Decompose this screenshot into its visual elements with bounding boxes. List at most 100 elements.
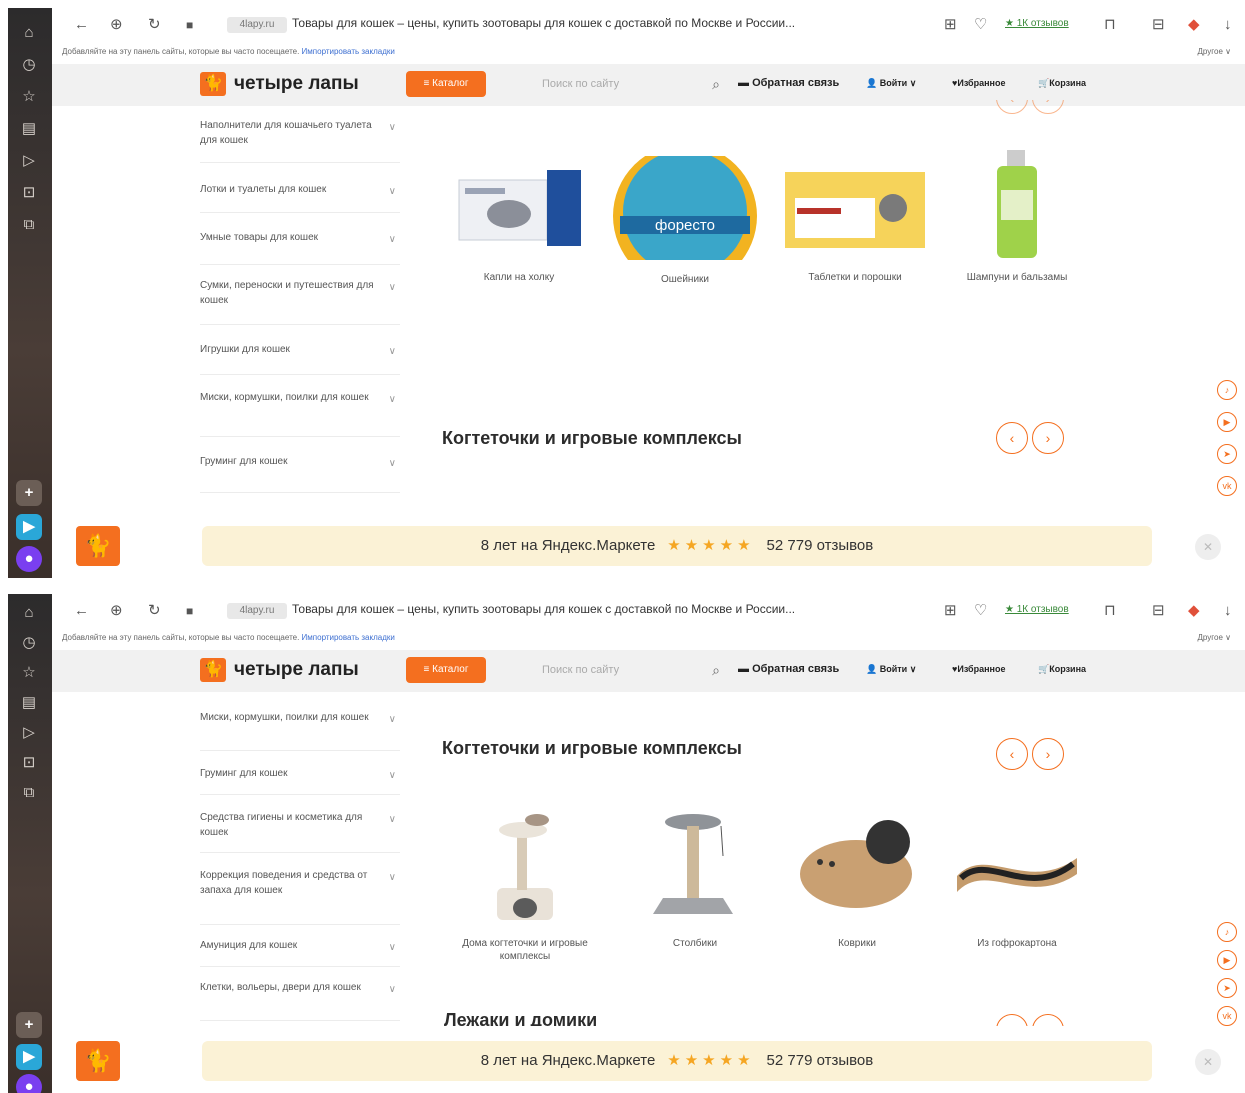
home-icon[interactable]: ⌂ (20, 604, 38, 622)
screenshot-icon[interactable]: ⧉ (20, 784, 38, 802)
cart-link[interactable]: 🛒Корзина (1038, 78, 1086, 89)
youtube-icon[interactable]: ▶ (1217, 950, 1237, 970)
sidebar-item[interactable]: Умные товары для кошек ∨ (200, 230, 400, 265)
shield-icon[interactable]: ⊕ (110, 16, 123, 34)
login-link[interactable]: 👤 Войти ∨ (866, 664, 916, 675)
category-card[interactable]: Коврики (782, 804, 932, 950)
messenger-app-icon[interactable]: ▶ (16, 514, 42, 540)
shield-icon[interactable]: ⊕ (110, 602, 123, 620)
brand-logo-icon[interactable]: 🐈 (200, 72, 226, 96)
arrow-right-icon[interactable]: › (1032, 422, 1064, 454)
sidebar-item[interactable]: Игрушки для кошек ∨ (200, 342, 400, 375)
arrow-right-icon[interactable]: › (1032, 738, 1064, 770)
market-banner[interactable]: 8 лет на Яндекс.Маркете ★★★★★ 52 779 отзыв… (202, 1041, 1152, 1081)
sidebar-item[interactable]: Лотки и туалеты для кошек ∨ (200, 182, 400, 213)
sidebar-item[interactable]: Сумки, переноски и путешествия для кошек… (200, 278, 400, 325)
category-card[interactable]: Шампуни и бальзамы (942, 150, 1092, 284)
bookmarks-other[interactable]: Другое ∨ (1198, 47, 1232, 56)
feedback-link[interactable]: ▬ Обратная связь (738, 77, 839, 89)
bookmark-icon[interactable]: ⊓ (1104, 16, 1116, 34)
favorites-link[interactable]: ♥Избранное (952, 664, 1006, 674)
home-icon[interactable]: ⌂ (20, 24, 38, 42)
search-icon[interactable]: ⌕ (712, 657, 720, 683)
video-icon[interactable]: ▷ (20, 724, 38, 742)
feedback-link[interactable]: ▬ Обратная связь (738, 663, 839, 675)
add-panel-icon[interactable]: + (16, 1012, 42, 1038)
telegram-icon[interactable]: ➤ (1217, 444, 1237, 464)
page-title[interactable]: Товары для кошек – цены, купить зоотовар… (292, 16, 795, 30)
collections-icon[interactable]: ▤ (20, 694, 38, 712)
youtube-icon[interactable]: ▶ (1217, 412, 1237, 432)
telegram-icon[interactable]: ➤ (1217, 978, 1237, 998)
sidebar-item[interactable]: Груминг для кошек ∨ (200, 766, 400, 795)
sidebar-item[interactable]: Груминг для кошек ∨ (200, 454, 400, 493)
brand-logo-icon[interactable]: 🐈 (76, 526, 120, 566)
arrow-left-icon[interactable]: ‹ (996, 422, 1028, 454)
downloads-icon[interactable]: ⊡ (20, 184, 38, 202)
arrow-left-icon[interactable]: ‹ (996, 1014, 1028, 1026)
url-domain[interactable]: 4lapy.ru (227, 603, 287, 619)
arrow-left-icon[interactable]: ‹ (996, 100, 1028, 114)
extensions-icon[interactable]: ◆ (1188, 602, 1200, 620)
brand-name[interactable]: четыре лапы (234, 73, 359, 95)
protect-icon[interactable]: ♡ (974, 16, 987, 34)
sidebar-item[interactable]: Миски, кормушки, поилки для кошек ∨ (200, 710, 400, 751)
login-link[interactable]: 👤 Войти ∨ (866, 78, 916, 89)
screenshot-icon[interactable]: ⧉ (20, 216, 38, 234)
category-card[interactable]: Столбики (620, 804, 770, 950)
downloads-icon[interactable]: ⊡ (20, 754, 38, 772)
video-icon[interactable]: ▷ (20, 152, 38, 170)
alice-app-icon[interactable]: ● (16, 1074, 42, 1093)
protect-icon[interactable]: ♡ (974, 602, 987, 620)
extensions-icon[interactable]: ◆ (1188, 16, 1200, 34)
category-card[interactable]: форесто Ошейники (610, 144, 760, 288)
history-icon[interactable]: ◷ (20, 56, 38, 74)
brand-name[interactable]: четыре лапы (234, 659, 359, 681)
bookmarks-other[interactable]: Другое ∨ (1198, 633, 1232, 642)
category-card[interactable]: Из гофрокартона (942, 804, 1092, 950)
alice-app-icon[interactable]: ● (16, 546, 42, 572)
reading-icon[interactable]: ⊟ (1152, 16, 1165, 34)
market-banner[interactable]: 8 лет на Яндекс.Маркете ★★★★★ 52 779 отзыв… (202, 526, 1152, 566)
history-icon[interactable]: ◷ (20, 634, 38, 652)
reviews-link[interactable]: ★ 1К отзывов (1005, 604, 1069, 615)
bookmark-star-icon[interactable]: ☆ (20, 88, 38, 106)
vk-icon[interactable]: vk (1217, 476, 1237, 496)
page-title[interactable]: Товары для кошек – цены, купить зоотовар… (292, 602, 795, 616)
sidebar-item[interactable]: Амуниция для кошек ∨ (200, 938, 400, 967)
sidebar-item[interactable]: Средства гигиены и косметика для кошек ∨ (200, 810, 400, 853)
reviews-link[interactable]: ★ 1К отзывов (1005, 18, 1069, 29)
brand-logo-icon[interactable]: 🐈 (76, 1041, 120, 1081)
bookmark-star-icon[interactable]: ☆ (20, 664, 38, 682)
favorites-link[interactable]: ♥Избранное (952, 78, 1006, 88)
download-icon[interactable]: ↓ (1224, 16, 1232, 34)
tiktok-icon[interactable]: ♪ (1217, 380, 1237, 400)
search-input[interactable]: Поиск по сайту ⌕ (534, 71, 724, 97)
url-domain[interactable]: 4lapy.ru (227, 17, 287, 33)
catalog-button[interactable]: ≡ Каталог (406, 71, 486, 97)
sidebar-item[interactable]: Наполнители для кошачьего туалета для ко… (200, 118, 400, 163)
arrow-right-icon[interactable]: › (1032, 100, 1064, 114)
category-card[interactable]: Дома когтеточки и игровые комплексы (450, 804, 600, 963)
category-card[interactable]: Таблетки и порошки (780, 158, 930, 284)
close-icon[interactable]: ✕ (1195, 534, 1221, 560)
download-icon[interactable]: ↓ (1224, 602, 1232, 620)
vk-icon[interactable]: vk (1217, 1006, 1237, 1026)
sidebar-item[interactable]: Коррекция поведения и средства от запаха… (200, 868, 400, 925)
collections-icon[interactable]: ▤ (20, 120, 38, 138)
category-card[interactable]: Капли на холку (444, 158, 594, 284)
sidebar-item[interactable]: Миски, кормушки, поилки для кошек ∨ (200, 390, 400, 437)
search-icon[interactable]: ⌕ (712, 71, 720, 97)
arrow-right-icon[interactable]: › (1032, 1014, 1064, 1026)
catalog-button[interactable]: ≡ Каталог (406, 657, 486, 683)
bookmark-icon[interactable]: ⊓ (1104, 602, 1116, 620)
close-icon[interactable]: ✕ (1195, 1049, 1221, 1075)
reload-icon[interactable]: ↻ (148, 602, 161, 620)
translate-icon[interactable]: ⊞ (944, 16, 957, 34)
translate-icon[interactable]: ⊞ (944, 602, 957, 620)
tiktok-icon[interactable]: ♪ (1217, 922, 1237, 942)
arrow-left-icon[interactable]: ‹ (996, 738, 1028, 770)
search-input[interactable]: Поиск по сайту ⌕ (534, 657, 724, 683)
import-bookmarks-link[interactable]: Импортировать закладки (302, 47, 395, 56)
add-panel-icon[interactable]: + (16, 480, 42, 506)
